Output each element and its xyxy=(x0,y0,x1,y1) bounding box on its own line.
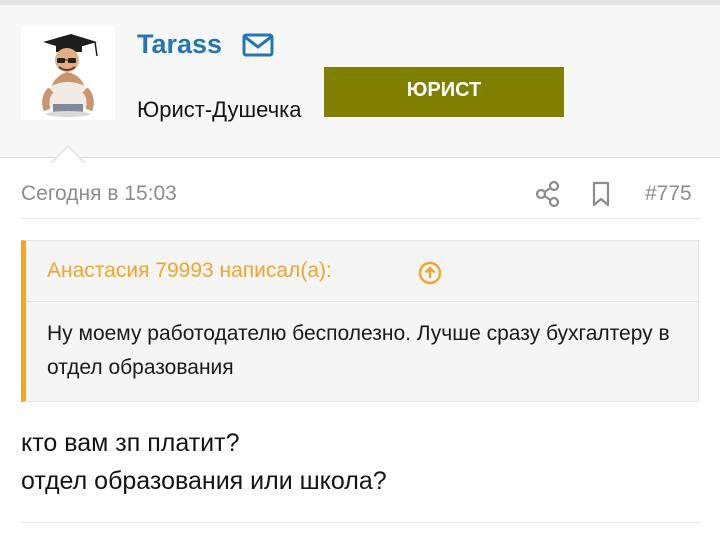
quote-text: Ну моему работодателю бесполезно. Лучше … xyxy=(47,322,670,379)
avatar-image xyxy=(42,34,98,117)
quote-author-link[interactable]: Анастасия 79993 написал(а): xyxy=(47,259,332,283)
user-banner: Юрист xyxy=(324,67,564,117)
divider xyxy=(21,522,700,523)
header-pointer-fill xyxy=(52,147,84,163)
user-title: Юрист-Душечка xyxy=(137,97,302,122)
quote-divider xyxy=(26,301,699,302)
divider xyxy=(21,218,700,219)
quote-block: Анастасия 79993 написал(а): Ну моему раб… xyxy=(21,240,699,402)
user-header: Tarass Юрист-Душечка Юрист xyxy=(0,5,720,163)
arrow-up-circle-icon[interactable] xyxy=(418,261,442,285)
bookmark-icon[interactable] xyxy=(588,180,614,208)
envelope-icon[interactable] xyxy=(242,33,274,57)
post-date-link[interactable]: Сегодня в 15:03 xyxy=(21,182,177,206)
message-line: кто вам зп платит? xyxy=(21,429,240,457)
avatar[interactable] xyxy=(21,26,115,120)
message-line: отдел образования или школа? xyxy=(21,467,387,495)
post-number-link[interactable]: #775 xyxy=(645,182,692,206)
share-icon[interactable] xyxy=(535,180,561,208)
username-link[interactable]: Tarass xyxy=(137,29,222,60)
message-body: кто вам зп платит? отдел образования или… xyxy=(21,424,387,500)
